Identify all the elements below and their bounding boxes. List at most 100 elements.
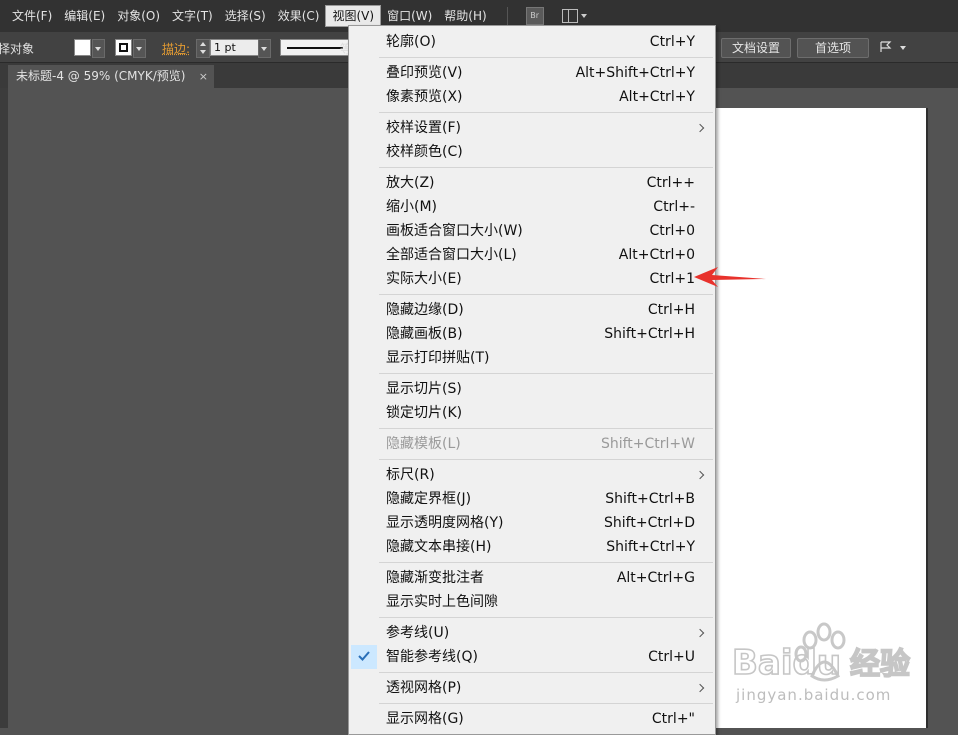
menubar-item-3[interactable]: 文字(T) (166, 5, 219, 27)
submenu-arrow-icon (695, 123, 705, 133)
menu-item[interactable]: 全部适合窗口大小(L) Alt+Ctrl+0 (349, 243, 715, 267)
menu-item[interactable]: 缩小(M) Ctrl+- (349, 195, 715, 219)
menu-item-label: 显示实时上色间隙 (386, 594, 498, 610)
menu-item-label: 隐藏定界框(J) (386, 491, 472, 507)
stroke-swatch[interactable] (115, 39, 132, 56)
menu-item[interactable]: 隐藏边缘(D) Ctrl+H (349, 298, 715, 322)
menu-item-label: 校样设置(F) (386, 120, 461, 136)
menu-item[interactable]: 显示透明度网格(Y) Shift+Ctrl+D (349, 511, 715, 535)
menu-separator (349, 614, 715, 621)
menubar-item-1[interactable]: 编辑(E) (58, 5, 111, 27)
red-arrow-annotation-icon (694, 267, 766, 287)
menu-item[interactable]: 隐藏文本串接(H) Shift+Ctrl+Y (349, 535, 715, 559)
menu-item-label: 实际大小(E) (386, 271, 462, 287)
menu-item-shortcut: Alt+Ctrl+0 (618, 247, 695, 263)
stroke-weight-spinner-icon[interactable] (196, 39, 210, 58)
menubar-item-0[interactable]: 文件(F) (6, 5, 58, 27)
menubar-item-4[interactable]: 选择(S) (219, 5, 272, 27)
menu-separator (349, 425, 715, 432)
menu-item[interactable]: 叠印预览(V) Alt+Shift+Ctrl+Y (349, 61, 715, 85)
menu-item-shortcut: Shift+Ctrl+B (605, 491, 695, 507)
watermark-url: jingyan.baidu.com (736, 686, 892, 704)
menu-item[interactable]: 显示切片(S) (349, 377, 715, 401)
menu-item-label: 像素预览(X) (386, 89, 463, 105)
menu-separator (349, 164, 715, 171)
menu-item[interactable]: 智能参考线(Q) Ctrl+U (349, 645, 715, 669)
menu-item[interactable]: 放大(Z) Ctrl++ (349, 171, 715, 195)
menubar-item-7[interactable]: 窗口(W) (381, 5, 438, 27)
document-setup-button[interactable]: 文档设置 (721, 38, 791, 58)
document-tab[interactable]: 未标题-4 @ 59% (CMYK/预览) × (8, 65, 214, 88)
document-tab-title: 未标题-4 @ 59% (CMYK/预览) (16, 69, 186, 83)
menu-item-label: 隐藏模板(L) (386, 436, 461, 452)
menu-item[interactable]: 锁定切片(K) (349, 401, 715, 425)
stroke-dropdown-icon[interactable] (133, 39, 146, 58)
stroke-label[interactable]: 描边: (162, 40, 190, 57)
menu-item[interactable]: 校样颜色(C) (349, 140, 715, 164)
menu-item-label: 隐藏文本串接(H) (386, 539, 492, 555)
menu-item-shortcut: Alt+Shift+Ctrl+Y (575, 65, 695, 81)
menu-item-label: 画板适合窗口大小(W) (386, 223, 523, 239)
menu-separator (349, 700, 715, 707)
menu-item-shortcut: Ctrl+Y (649, 34, 695, 50)
menu-item[interactable]: 标尺(R) (349, 463, 715, 487)
menu-item[interactable]: 隐藏画板(B) Shift+Ctrl+H (349, 322, 715, 346)
fill-dropdown-icon[interactable] (92, 39, 105, 58)
menu-item-label: 显示切片(S) (386, 381, 462, 397)
view-menu-list: 轮廓(O) Ctrl+Y 叠印预览(V) Alt+Shift+Ctrl+Y 像素预览(X… (349, 30, 715, 731)
menu-item-shortcut: Shift+Ctrl+D (604, 515, 695, 531)
menu-item-label: 隐藏画板(B) (386, 326, 463, 342)
menu-item[interactable]: 像素预览(X) Alt+Ctrl+Y (349, 85, 715, 109)
menu-item-label: 显示打印拼贴(T) (386, 350, 490, 366)
menu-item[interactable]: 实际大小(E) Ctrl+1 (349, 267, 715, 291)
arrange-documents-icon[interactable] (879, 41, 893, 53)
menu-item-label: 参考线(U) (386, 625, 450, 641)
stroke-weight-dropdown-icon[interactable] (258, 39, 271, 58)
menu-item[interactable]: 显示打印拼贴(T) (349, 346, 715, 370)
menu-item-shortcut: Ctrl+U (648, 649, 695, 665)
fill-swatch[interactable] (74, 39, 91, 56)
menubar-item-6[interactable]: 视图(V) (325, 5, 382, 27)
menu-item[interactable]: 透视网格(P) (349, 676, 715, 700)
menu-item-shortcut: Ctrl+0 (649, 223, 695, 239)
preferences-button[interactable]: 首选项 (797, 38, 869, 58)
menu-item-label: 标尺(R) (386, 467, 435, 483)
menu-item-shortcut: Ctrl++ (646, 175, 695, 191)
menu-item[interactable]: 显示网格(G) Ctrl+" (349, 707, 715, 731)
control-panel-menu-icon[interactable] (900, 46, 906, 50)
menu-item[interactable]: 画板适合窗口大小(W) Ctrl+0 (349, 219, 715, 243)
menu-item[interactable]: 隐藏定界框(J) Shift+Ctrl+B (349, 487, 715, 511)
workspace-layout-icon (561, 9, 578, 23)
menu-item-shortcut: Ctrl+H (647, 302, 695, 318)
menu-separator (349, 559, 715, 566)
menu-item[interactable]: 隐藏渐变批注者 Alt+Ctrl+G (349, 566, 715, 590)
menu-item-shortcut: Ctrl+1 (649, 271, 695, 287)
menu-item-label: 校样颜色(C) (386, 144, 463, 160)
menu-separator (349, 291, 715, 298)
menu-item-label: 放大(Z) (386, 175, 435, 191)
chevron-down-icon (580, 14, 587, 18)
menu-item-label: 叠印预览(V) (386, 65, 463, 81)
menu-item-label: 全部适合窗口大小(L) (386, 247, 517, 263)
menu-item-shortcut: Alt+Ctrl+G (616, 570, 695, 586)
menu-item[interactable]: 校样设置(F) (349, 116, 715, 140)
menubar-item-8[interactable]: 帮助(H) (438, 5, 492, 27)
selection-label: 择对象 (0, 42, 35, 56)
close-icon[interactable]: × (199, 65, 208, 88)
menu-item[interactable]: 参考线(U) (349, 621, 715, 645)
menu-item[interactable]: 轮廓(O) Ctrl+Y (349, 30, 715, 54)
menu-separator (349, 456, 715, 463)
view-menu-dropdown: 轮廓(O) Ctrl+Y 叠印预览(V) Alt+Shift+Ctrl+Y 像素预览(X… (348, 25, 716, 735)
menubar-item-5[interactable]: 效果(C) (272, 5, 326, 27)
menu-separator (349, 109, 715, 116)
menubar-item-2[interactable]: 对象(O) (111, 5, 166, 27)
workspace-switcher-button[interactable] (561, 9, 587, 23)
menu-item-shortcut: Ctrl+- (653, 199, 695, 215)
stroke-weight-input[interactable]: 1 pt (210, 39, 261, 56)
watermark-product-text: 经验 (850, 647, 910, 682)
menu-item-label: 隐藏边缘(D) (386, 302, 464, 318)
menu-separator (349, 370, 715, 377)
menu-item[interactable]: 显示实时上色间隙 (349, 590, 715, 614)
bridge-button[interactable]: Br (525, 7, 544, 25)
menu-separator (349, 54, 715, 61)
